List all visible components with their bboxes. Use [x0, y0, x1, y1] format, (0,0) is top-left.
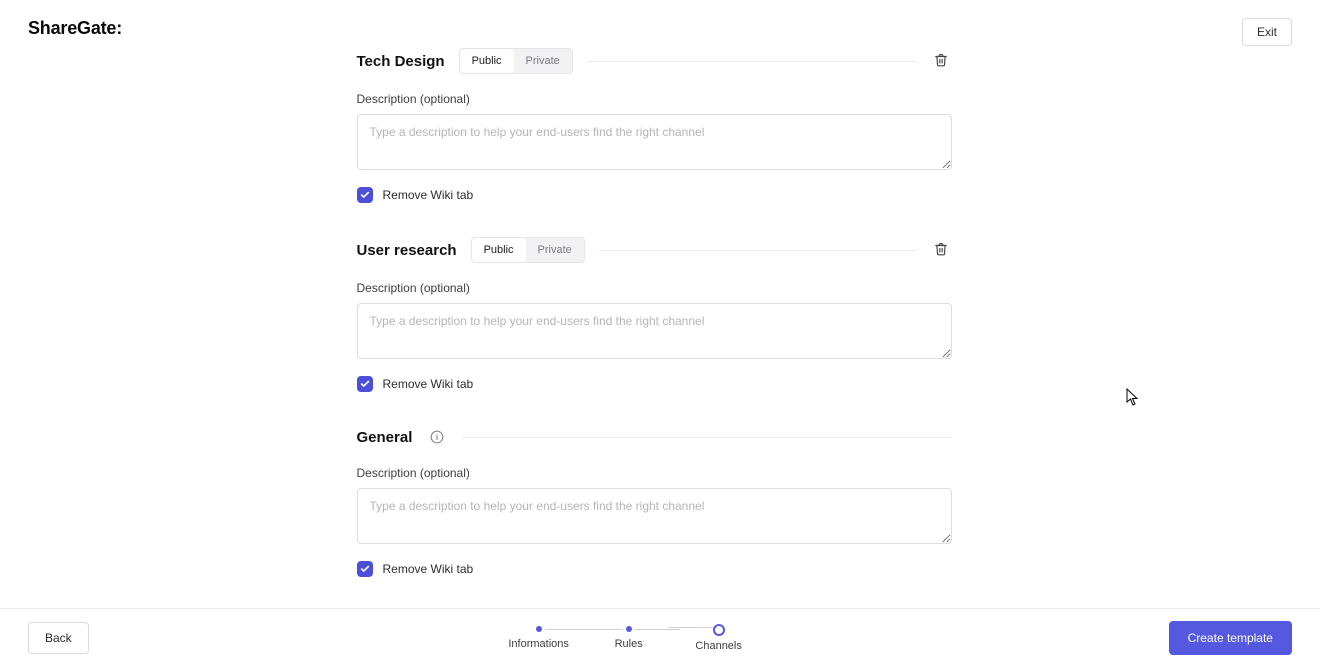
remove-wiki-checkbox[interactable]	[357, 376, 373, 392]
remove-wiki-label: Remove Wiki tab	[383, 377, 474, 391]
remove-wiki-checkbox[interactable]	[357, 561, 373, 577]
wizard-footer: Back Informations Rules Channels Create …	[0, 608, 1320, 667]
step-dot-icon	[536, 626, 542, 632]
brand-text: ShareGate	[28, 18, 116, 38]
channel-title: General	[357, 429, 413, 446]
channels-form: Tech Design Public Private Description (…	[357, 48, 952, 608]
description-input[interactable]	[357, 488, 952, 544]
brand-suffix: :	[116, 18, 120, 38]
step-label: Informations	[508, 638, 569, 650]
description-input[interactable]	[357, 303, 952, 359]
step-informations[interactable]: Informations	[494, 626, 584, 650]
remove-wiki-checkbox[interactable]	[357, 187, 373, 203]
step-dot-icon	[626, 626, 632, 632]
channel-block: Tech Design Public Private Description (…	[357, 48, 952, 203]
back-button[interactable]: Back	[28, 622, 89, 654]
channel-title: Tech Design	[357, 53, 445, 70]
step-rules[interactable]: Rules	[584, 626, 674, 650]
exit-button[interactable]: Exit	[1242, 18, 1292, 46]
step-label: Channels	[695, 640, 741, 652]
header-divider	[587, 61, 916, 62]
trash-icon	[934, 242, 948, 259]
step-ring-icon	[713, 624, 725, 636]
main-scroll-area[interactable]: Tech Design Public Private Description (…	[0, 0, 1308, 608]
header-divider	[462, 437, 951, 438]
privacy-toggle: Public Private	[471, 237, 585, 263]
info-icon	[426, 426, 448, 448]
header-divider	[599, 250, 916, 251]
wizard-stepper: Informations Rules Channels	[494, 624, 764, 652]
step-channels[interactable]: Channels	[674, 624, 764, 652]
create-template-button[interactable]: Create template	[1169, 621, 1292, 655]
check-icon	[360, 564, 370, 574]
channel-title: User research	[357, 242, 457, 259]
description-label: Description (optional)	[357, 281, 952, 295]
remove-wiki-label: Remove Wiki tab	[383, 188, 474, 202]
brand-logo: ShareGate:	[28, 18, 120, 39]
trash-icon	[934, 53, 948, 70]
check-icon	[360, 190, 370, 200]
description-label: Description (optional)	[357, 466, 952, 480]
description-input[interactable]	[357, 114, 952, 170]
step-label: Rules	[615, 638, 643, 650]
description-label: Description (optional)	[357, 92, 952, 106]
channel-block: User research Public Private Description…	[357, 237, 952, 392]
privacy-public-option[interactable]: Public	[472, 238, 526, 262]
privacy-public-option[interactable]: Public	[460, 49, 514, 73]
channel-block: General Description (optional) Remove Wi…	[357, 426, 952, 577]
delete-channel-button[interactable]	[930, 238, 952, 263]
check-icon	[360, 379, 370, 389]
privacy-private-option[interactable]: Private	[514, 49, 572, 73]
privacy-toggle: Public Private	[459, 48, 573, 74]
remove-wiki-label: Remove Wiki tab	[383, 562, 474, 576]
delete-channel-button[interactable]	[930, 49, 952, 74]
privacy-private-option[interactable]: Private	[526, 238, 584, 262]
